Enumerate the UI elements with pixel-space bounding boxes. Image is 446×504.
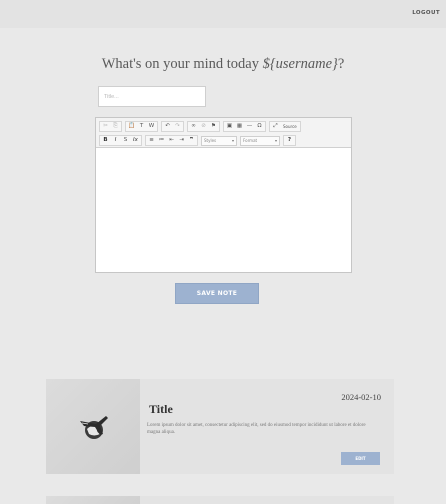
heading-suffix: ? — [337, 56, 345, 72]
toolbar-group: ✂ ⎘ — [99, 121, 122, 132]
table-icon[interactable]: ▦ — [235, 122, 244, 131]
styles-select-label: Styles — [204, 138, 217, 143]
source-button[interactable]: Source — [281, 122, 299, 131]
note-text: Lorem ipsum dolor sit amet, consectetur … — [147, 423, 366, 435]
toolbar-row-1: ✂ ⎘ 📋 T W ↶ ↷ ∞ ⊘ ⚑ ▣ ▦ — Ω ⤢ Source — [99, 120, 348, 133]
strike-icon[interactable]: S — [121, 136, 130, 145]
image-icon[interactable]: ▣ — [225, 122, 234, 131]
chevron-down-icon: ▾ — [274, 138, 277, 143]
note-card: 2024-02-10 Title Lorem ipsum dolor sit a… — [46, 379, 394, 474]
help-icon[interactable]: ? — [285, 136, 294, 145]
chevron-down-icon: ▾ — [231, 138, 234, 143]
page-heading: What's on your mind today ${username}? — [0, 56, 446, 73]
blockquote-icon[interactable]: ❞ — [187, 136, 196, 145]
format-select[interactable]: Format ▾ — [240, 135, 280, 146]
maximize-icon[interactable]: ⤢ — [271, 122, 280, 131]
note-image — [46, 379, 140, 474]
redo-icon[interactable]: ↷ — [173, 122, 182, 131]
note-title-input[interactable] — [98, 86, 206, 107]
logout-link[interactable]: LOGOUT — [412, 10, 440, 16]
outdent-icon[interactable]: ⇤ — [167, 136, 176, 145]
editor-content-area[interactable] — [96, 148, 351, 272]
toolbar-group: ≡ ≔ ⇤ ⇥ ❞ — [145, 135, 198, 146]
paste-word-icon[interactable]: W — [147, 122, 156, 131]
note-image-partial — [46, 496, 140, 504]
special-char-icon[interactable]: Ω — [255, 122, 264, 131]
heading-username: ${username} — [262, 56, 338, 72]
remove-format-icon[interactable]: Ix — [131, 136, 140, 145]
editor-toolbar: ✂ ⎘ 📋 T W ↶ ↷ ∞ ⊘ ⚑ ▣ ▦ — Ω ⤢ Source B I S Ix ≡ ≔ ⇤ ⇥ ❞ Styles ▾ F… — [96, 118, 351, 148]
save-note-button[interactable]: SAVE NOTE — [175, 283, 259, 304]
italic-icon[interactable]: I — [111, 136, 120, 145]
note-card-partial — [46, 496, 394, 504]
toolbar-group: ∞ ⊘ ⚑ — [187, 121, 220, 132]
bulleted-list-icon[interactable]: ≔ — [157, 136, 166, 145]
bold-icon[interactable]: B — [101, 136, 110, 145]
rich-text-editor: ✂ ⎘ 📋 T W ↶ ↷ ∞ ⊘ ⚑ ▣ ▦ — Ω ⤢ Source B I S Ix ≡ ≔ ⇤ ⇥ ❞ Styles ▾ F… — [95, 117, 352, 273]
anchor-icon[interactable]: ⚑ — [209, 122, 218, 131]
note-date: 2024-02-10 — [341, 392, 381, 402]
cut-icon[interactable]: ✂ — [101, 122, 110, 131]
numbered-list-icon[interactable]: ≡ — [147, 136, 156, 145]
styles-select[interactable]: Styles ▾ — [201, 135, 237, 146]
heading-text: What's on your mind today — [101, 56, 263, 72]
format-select-label: Format — [243, 138, 258, 143]
toolbar-group: ↶ ↷ — [161, 121, 184, 132]
top-bar: LOGOUT — [0, 0, 446, 28]
note-title: Title — [149, 402, 173, 416]
indent-icon[interactable]: ⇥ — [177, 136, 186, 145]
paste-icon[interactable]: 📋 — [127, 122, 136, 131]
toolbar-group: B I S Ix — [99, 135, 142, 146]
toolbar-group: ▣ ▦ — Ω — [223, 121, 266, 132]
paste-text-icon[interactable]: T — [137, 122, 146, 131]
edit-note-button[interactable]: EDIT — [341, 452, 380, 465]
horizontal-rule-icon[interactable]: — — [245, 122, 254, 131]
toolbar-group: ⤢ Source — [269, 121, 301, 132]
toolbar-row-2: B I S Ix ≡ ≔ ⇤ ⇥ ❞ Styles ▾ Format ▾? — [99, 134, 348, 147]
note-card-body: 2024-02-10 Title Lorem ipsum dolor sit a… — [140, 379, 394, 474]
airplane-globe-icon — [80, 415, 108, 439]
unlink-icon[interactable]: ⊘ — [199, 122, 208, 131]
link-icon[interactable]: ∞ — [189, 122, 198, 131]
toolbar-group: 📋 T W — [125, 121, 158, 132]
toolbar-group: ? — [283, 135, 296, 146]
undo-icon[interactable]: ↶ — [163, 122, 172, 131]
copy-icon[interactable]: ⎘ — [111, 122, 120, 131]
